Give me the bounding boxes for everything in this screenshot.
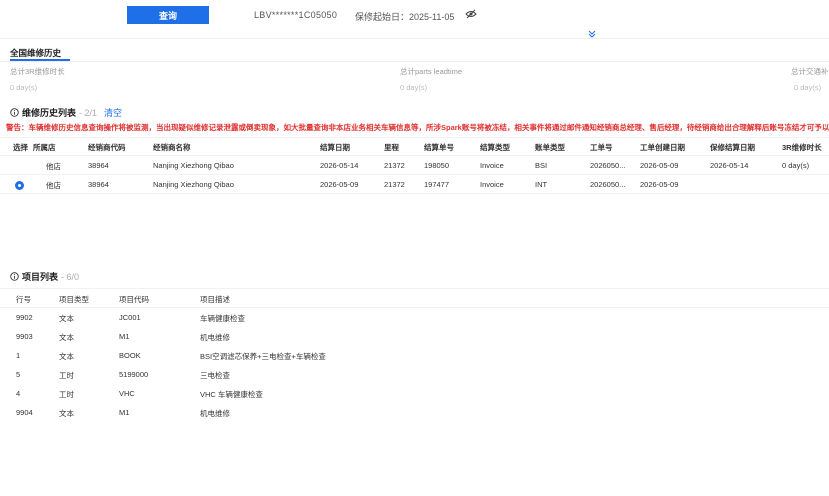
eye-off-icon[interactable] (465, 9, 477, 19)
cell-line-no: 9902 (16, 313, 33, 322)
cell-dealer-code: 38964 (88, 161, 109, 170)
info-icon (10, 272, 19, 281)
table-divider (0, 137, 829, 138)
cell-dealer-name: Nanjing Xiezhong Qibao (153, 161, 234, 170)
cell-item-desc: 机电维修 (200, 409, 230, 418)
cell-item-desc: VHC 车辆健康检查 (200, 390, 263, 399)
cell-settle-date: 2026-05-14 (320, 161, 359, 170)
col-wo-no: 工单号 (590, 143, 613, 152)
stat-parts-leadtime-label: 总计parts leadtime (400, 67, 463, 76)
cell-item-desc: 机电维修 (200, 333, 230, 342)
col-mileage: 里程 (384, 143, 399, 152)
col-store: 所属店 (33, 143, 56, 152)
col-item-desc: 项目描述 (200, 295, 230, 304)
col-settle-type: 结算类型 (480, 143, 510, 152)
tab-national-history[interactable]: 全国维修历史 (10, 47, 61, 59)
cell-mileage: 21372 (384, 180, 405, 189)
table-divider (0, 288, 829, 289)
cell-item-code: BOOK (119, 351, 141, 360)
cell-settle-no: 197477 (424, 180, 450, 189)
cell-item-type: 文本 (59, 333, 74, 342)
cell-store: 他店 (46, 181, 61, 190)
cell-wo-no: 2026050... (590, 180, 626, 189)
cell-settle-date: 2026-05-09 (320, 180, 359, 189)
cell-item-type: 文本 (59, 314, 74, 323)
cell-bill-type: INT (535, 180, 548, 189)
items-section-title: 项目列表 - 6/0 (10, 270, 79, 283)
query-button[interactable]: 查询 (127, 6, 209, 24)
cell-item-type: 工时 (59, 390, 74, 399)
history-count: - 2/1 (79, 107, 98, 118)
table-divider (0, 307, 829, 308)
cell-3r-duration: 0 day(s) (782, 161, 810, 170)
cell-line-no: 5 (16, 370, 21, 379)
cell-item-desc: 车辆健康检查 (200, 314, 245, 323)
stat-parts-leadtime-value: 0 day(s) (400, 83, 428, 92)
col-settle-no: 结算单号 (424, 143, 454, 152)
cell-item-type: 文本 (59, 409, 74, 418)
warranty-start-text: 保修起始日：2025-11-05 (355, 12, 455, 22)
stat-3r-duration-value: 0 day(s) (10, 83, 38, 92)
history-section-title: 维修历史列表 - 2/1 清空 (10, 106, 122, 119)
cell-line-no: 4 (16, 389, 21, 398)
cell-settle-type: Invoice (480, 161, 504, 170)
cell-item-desc: BSI空调滤芯保养+三电检查+车辆检查 (200, 352, 326, 361)
col-select: 选择 (13, 143, 28, 152)
cell-dealer-code: 38964 (88, 180, 109, 189)
col-dealer-name: 经销商名称 (153, 143, 191, 152)
table-divider (0, 155, 829, 156)
col-warranty-date: 保修结算日期 (710, 143, 755, 152)
col-item-code: 项目代码 (119, 295, 149, 304)
row-select-radio[interactable] (15, 181, 24, 190)
cell-store: 他店 (46, 162, 61, 171)
stat-transport-label: 总计交通补 (791, 67, 829, 76)
col-wo-date: 工单创建日期 (640, 143, 685, 152)
warning-notice: 警告：车辆维修历史信息查询操作将被监测，当出现疑似维修记录泄露或倒卖现象，如大批… (6, 123, 829, 132)
divider (0, 38, 829, 39)
stat-3r-duration-label: 总计3R维修时长 (10, 67, 65, 76)
cell-item-code: M1 (119, 332, 130, 341)
cell-item-code: M1 (119, 408, 130, 417)
vin-text: LBV*******1C05050 (254, 10, 338, 20)
info-icon (10, 108, 19, 117)
col-settle-date: 结算日期 (320, 143, 350, 152)
cell-wo-date: 2026-05-09 (640, 161, 679, 170)
col-dealer-code: 经销商代码 (88, 143, 126, 152)
cell-mileage: 21372 (384, 161, 405, 170)
cell-warranty-date: 2026-05-14 (710, 161, 749, 170)
clear-button[interactable]: 清空 (104, 106, 122, 119)
col-item-type: 项目类型 (59, 295, 89, 304)
tab-divider (0, 61, 829, 62)
cell-settle-no: 198050 (424, 161, 450, 170)
cell-line-no: 1 (16, 351, 21, 360)
cell-line-no: 9903 (16, 332, 33, 341)
table-divider (0, 174, 829, 175)
col-line-no: 行号 (16, 295, 31, 304)
col-3r-duration: 3R维修时长 (782, 143, 822, 152)
cell-dealer-name: Nanjing Xiezhong Qibao (153, 180, 234, 189)
top-toolbar: 查询 LBV*******1C05050 保修起始日：2025-11-05 (0, 0, 829, 32)
history-title: 维修历史列表 (22, 108, 77, 118)
table-divider (0, 193, 829, 194)
cell-bill-type: BSI (535, 161, 548, 170)
cell-item-type: 工时 (59, 371, 74, 380)
cell-item-type: 文本 (59, 352, 74, 361)
stat-transport-value: 0 day(s) (794, 83, 822, 92)
cell-wo-date: 2026-05-09 (640, 180, 679, 189)
items-title: 项目列表 (22, 272, 59, 282)
cell-item-code: 5199000 (119, 370, 149, 379)
cell-item-code: VHC (119, 389, 135, 398)
cell-item-desc: 三电检查 (200, 371, 230, 380)
cell-line-no: 9904 (16, 408, 33, 417)
cell-item-code: JC001 (119, 313, 141, 322)
cell-settle-type: Invoice (480, 180, 504, 189)
items-count: - 6/0 (61, 271, 80, 282)
cell-wo-no: 2026050... (590, 161, 626, 170)
col-bill-type: 账单类型 (535, 143, 565, 152)
